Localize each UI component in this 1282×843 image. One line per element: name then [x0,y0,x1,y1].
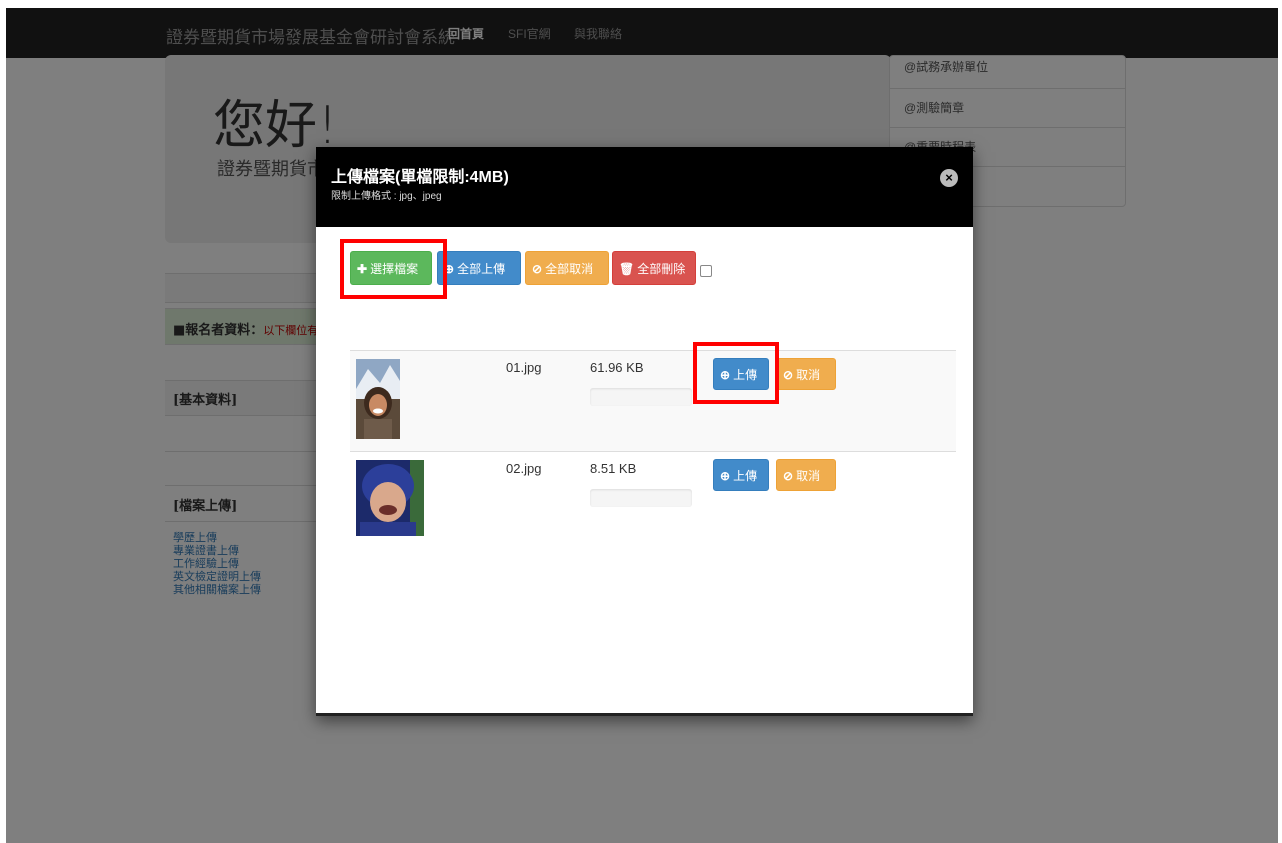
close-icon[interactable]: × [940,169,958,187]
upload-icon: ⊕ [444,262,455,276]
file-row: 01.jpg 61.96 KB ⊕ 上傳 ⊘ 取消 [350,350,956,451]
modal-subtitle: 限制上傳格式 : jpg、jpeg [331,191,442,202]
plus-icon: ✚ [357,262,368,276]
upload-all-button[interactable]: ⊕ 全部上傳 [437,251,521,285]
modal-title: 上傳檔案(單檔限制:4MB) [331,169,509,186]
cancel-file-button[interactable]: ⊘ 取消 [776,358,836,390]
delete-all-button[interactable]: 🗑 全部刪除 [612,251,696,285]
upload-file-button[interactable]: ⊕ 上傳 [713,358,769,390]
file-name: 02.jpg [506,461,542,476]
upload-file-button[interactable]: ⊕ 上傳 [713,459,769,491]
choose-file-button[interactable]: ✚ 選擇檔案 [350,251,432,285]
file-name: 01.jpg [506,360,542,375]
cancel-all-button[interactable]: ⊘ 全部取消 [525,251,609,285]
file-row: 02.jpg 8.51 KB ⊕ 上傳 ⊘ 取消 [350,451,956,552]
upload-progress-bar [590,489,692,507]
file-thumbnail [356,359,400,439]
cancel-icon: ⊘ [783,368,794,382]
trash-icon: 🗑 [619,262,635,276]
cancel-file-button[interactable]: ⊘ 取消 [776,459,836,491]
cancel-icon: ⊘ [783,469,794,483]
cancel-icon: ⊘ [532,262,543,276]
thumbnail-image [356,359,400,439]
upload-icon: ⊕ [720,469,731,483]
upload-modal: 上傳檔案(單檔限制:4MB) 限制上傳格式 : jpg、jpeg × ✚ 選擇檔案… [316,147,973,716]
select-all-checkbox[interactable] [700,265,712,277]
upload-progress-bar [590,388,692,406]
file-thumbnail [356,460,424,536]
file-size: 61.96 KB [590,360,644,375]
upload-icon: ⊕ [720,368,731,382]
thumbnail-image [356,460,424,536]
file-size: 8.51 KB [590,461,637,476]
modal-header: 上傳檔案(單檔限制:4MB) 限制上傳格式 : jpg、jpeg × [316,147,973,227]
browser-viewport: 證券暨期貨市場發展基金會研討會系統 回首頁 SFI官網 與我聯絡 您好! 證券暨… [6,8,1278,843]
